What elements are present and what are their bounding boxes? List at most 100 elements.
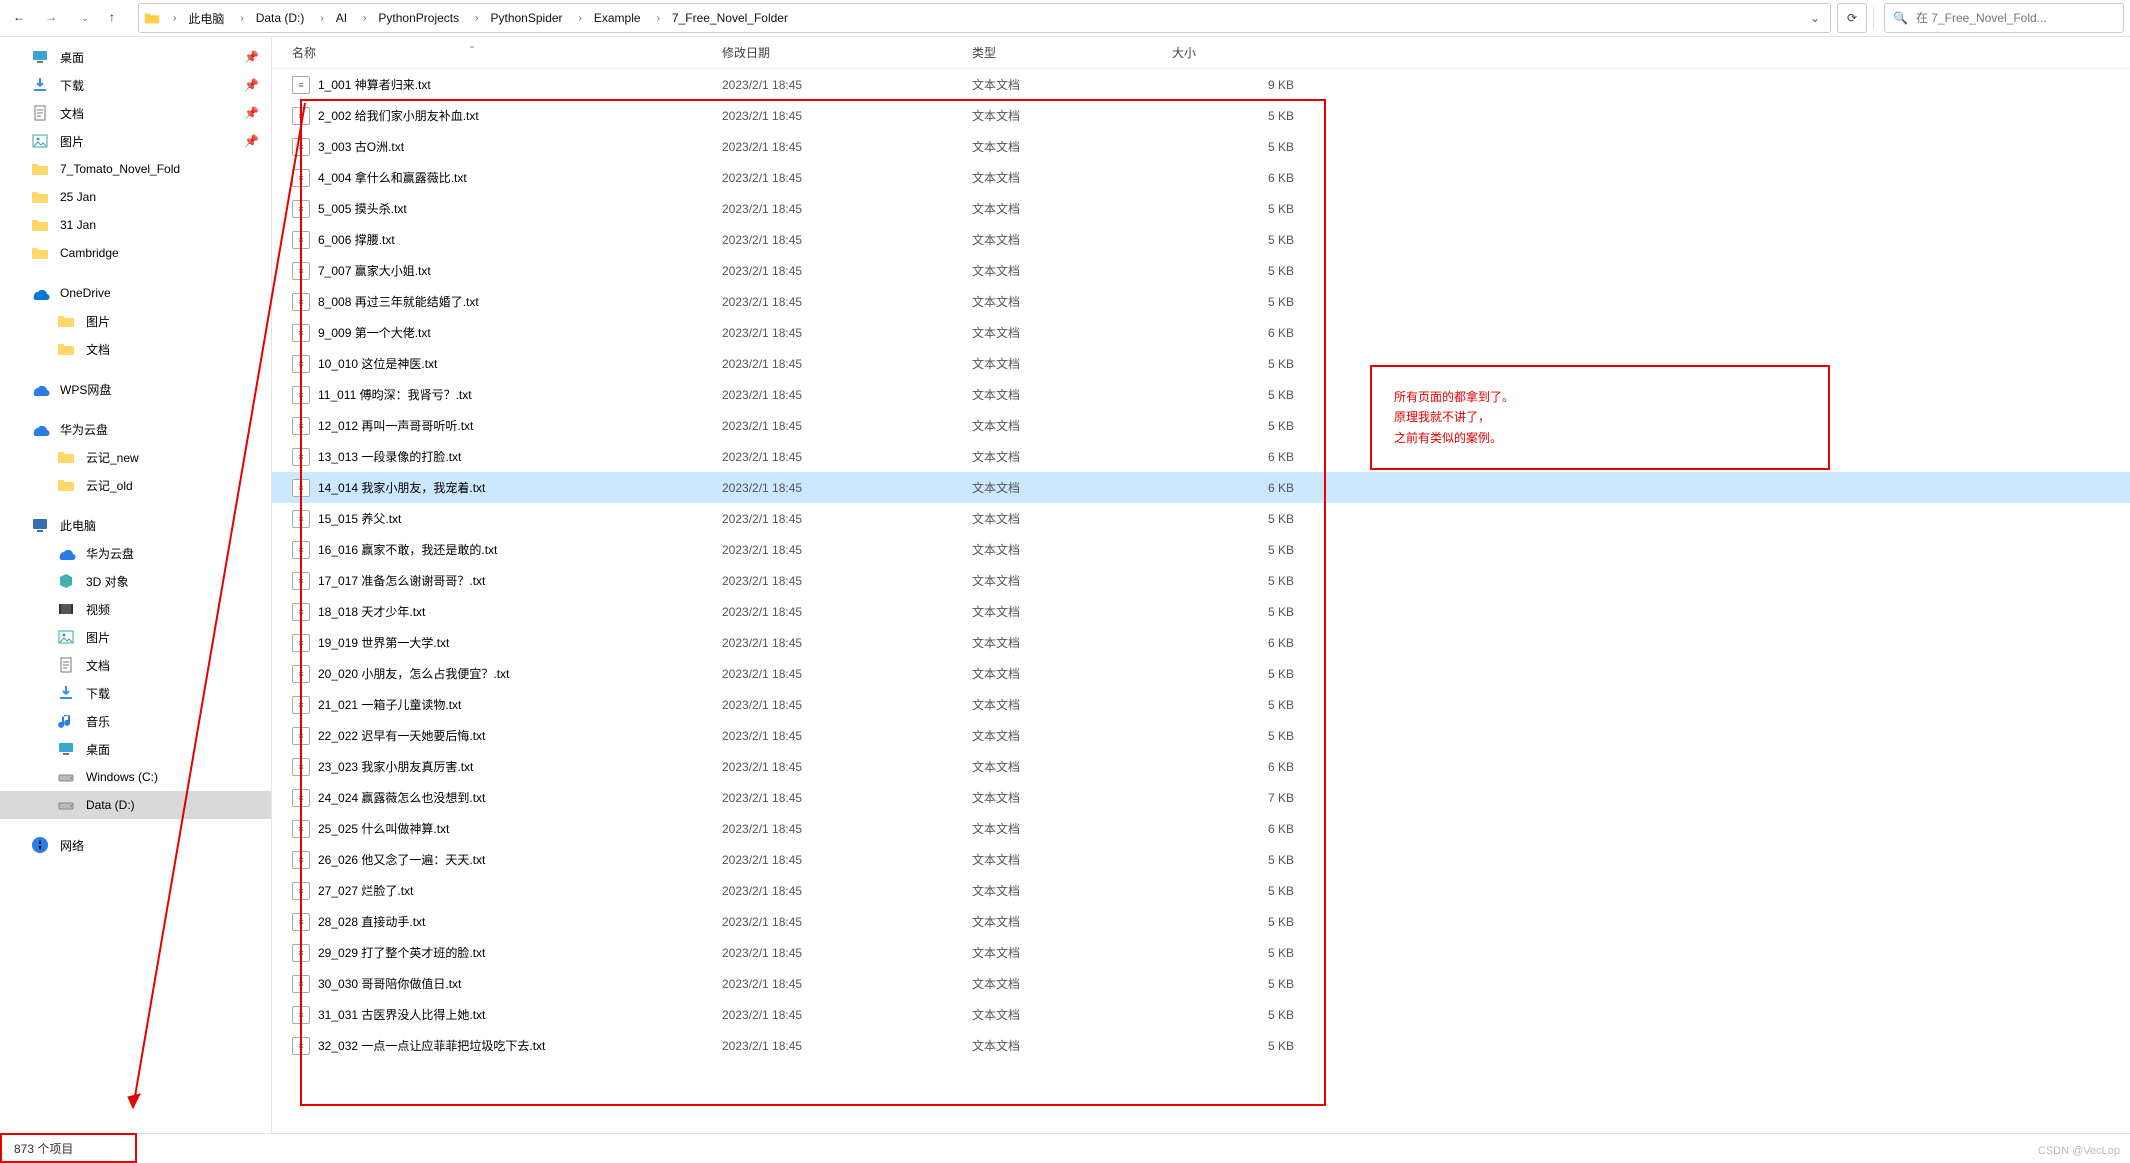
file-row[interactable]: ≡ 6_006 撑腰.txt 2023/2/1 18:45 文本文档 5 KB bbox=[272, 224, 2130, 255]
column-header-size[interactable]: 大小 bbox=[1172, 44, 1302, 61]
navigation-pane[interactable]: 桌面📌下载📌文档📌图片📌7_Tomato_Novel_Fold25 Jan31 … bbox=[0, 37, 272, 1133]
sidebar-huawei-cloud[interactable]: 华为云盘 bbox=[0, 415, 271, 443]
file-row[interactable]: ≡ 24_024 赢露薇怎么也没想到.txt 2023/2/1 18:45 文本… bbox=[272, 782, 2130, 813]
sidebar-onedrive-pictures[interactable]: 图片 bbox=[0, 307, 271, 335]
sidebar-item-folder-25jan[interactable]: 25 Jan bbox=[0, 183, 271, 211]
sidebar-item-label: 视频 bbox=[86, 601, 110, 618]
file-name: 32_032 一点一点让应菲菲把垃圾吃下去.txt bbox=[318, 1037, 545, 1054]
sidebar-item-desktop[interactable]: 桌面📌 bbox=[0, 43, 271, 71]
file-row[interactable]: ≡ 9_009 第一个大佬.txt 2023/2/1 18:45 文本文档 6 … bbox=[272, 317, 2130, 348]
sidebar-item-folder-31jan[interactable]: 31 Jan bbox=[0, 211, 271, 239]
sidebar-item-folder-tomato[interactable]: 7_Tomato_Novel_Fold bbox=[0, 155, 271, 183]
file-row[interactable]: ≡ 28_028 直接动手.txt 2023/2/1 18:45 文本文档 5 … bbox=[272, 906, 2130, 937]
breadcrumb-separator[interactable]: › bbox=[310, 4, 329, 32]
file-row[interactable]: ≡ 1_001 神算者归来.txt 2023/2/1 18:45 文本文档 9 … bbox=[272, 69, 2130, 100]
sidebar-item-pictures[interactable]: 图片📌 bbox=[0, 127, 271, 155]
file-row[interactable]: ≡ 8_008 再过三年就能结婚了.txt 2023/2/1 18:45 文本文… bbox=[272, 286, 2130, 317]
breadcrumb-segment[interactable]: Data (D:) bbox=[250, 4, 311, 32]
file-row[interactable]: ≡ 18_018 天才少年.txt 2023/2/1 18:45 文本文档 5 … bbox=[272, 596, 2130, 627]
file-name: 9_009 第一个大佬.txt bbox=[318, 324, 431, 341]
sidebar-this-pc-item[interactable]: 3D 对象 bbox=[0, 567, 271, 595]
file-row[interactable]: ≡ 29_029 打了整个英才班的脸.txt 2023/2/1 18:45 文本… bbox=[272, 937, 2130, 968]
column-header-name[interactable]: 名称 ˆ bbox=[292, 44, 722, 61]
sidebar-this-pc-item[interactable]: 图片 bbox=[0, 623, 271, 651]
refresh-button[interactable]: ⟳ bbox=[1837, 3, 1867, 33]
column-header-date[interactable]: 修改日期 bbox=[722, 44, 972, 61]
file-type: 文本文档 bbox=[972, 138, 1172, 155]
file-row[interactable]: ≡ 17_017 准备怎么谢谢哥哥？.txt 2023/2/1 18:45 文本… bbox=[272, 565, 2130, 596]
sidebar-this-pc-item[interactable]: 华为云盘 bbox=[0, 539, 271, 567]
file-row[interactable]: ≡ 22_022 迟早有一天她要后悔.txt 2023/2/1 18:45 文本… bbox=[272, 720, 2130, 751]
txt-file-icon: ≡ bbox=[292, 975, 310, 993]
sidebar-huawei-yunji-old[interactable]: 云记_old bbox=[0, 471, 271, 499]
search-input[interactable] bbox=[1916, 11, 2115, 25]
sidebar-this-pc-item[interactable]: 视频 bbox=[0, 595, 271, 623]
file-row[interactable]: ≡ 32_032 一点一点让应菲菲把垃圾吃下去.txt 2023/2/1 18:… bbox=[272, 1030, 2130, 1061]
sidebar-this-pc-item[interactable]: 文档 bbox=[0, 651, 271, 679]
sidebar-this-pc-item[interactable]: Data (D:) bbox=[0, 791, 271, 819]
file-row[interactable]: ≡ 11_011 傅昀深：我肾亏？.txt 2023/2/1 18:45 文本文… bbox=[272, 379, 2130, 410]
file-row[interactable]: ≡ 13_013 一段录像的打脸.txt 2023/2/1 18:45 文本文档… bbox=[272, 441, 2130, 472]
sidebar-huawei-yunji-new[interactable]: 云记_new bbox=[0, 443, 271, 471]
sidebar-this-pc[interactable]: 此电脑 bbox=[0, 511, 271, 539]
recent-locations-button[interactable]: ⌄ bbox=[70, 3, 100, 33]
sidebar-onedrive-documents[interactable]: 文档 bbox=[0, 335, 271, 363]
breadcrumb-segment[interactable]: 7_Free_Novel_Folder bbox=[666, 4, 794, 32]
sidebar-item-label: 图片 bbox=[86, 629, 110, 646]
file-row[interactable]: ≡ 15_015 养父.txt 2023/2/1 18:45 文本文档 5 KB bbox=[272, 503, 2130, 534]
file-row[interactable]: ≡ 27_027 烂脸了.txt 2023/2/1 18:45 文本文档 5 K… bbox=[272, 875, 2130, 906]
search-box[interactable]: 🔍 bbox=[1884, 3, 2124, 33]
file-name-cell: ≡ 2_002 给我们家小朋友补血.txt bbox=[292, 107, 722, 125]
address-dropdown-button[interactable]: ⌄ bbox=[1804, 4, 1826, 32]
sidebar-this-pc-item[interactable]: Windows (C:) bbox=[0, 763, 271, 791]
file-size: 5 KB bbox=[1172, 264, 1302, 278]
sidebar-wps[interactable]: WPS网盘 bbox=[0, 375, 271, 403]
breadcrumb-separator[interactable]: › bbox=[163, 4, 182, 32]
network-icon bbox=[30, 835, 50, 855]
file-row[interactable]: ≡ 2_002 给我们家小朋友补血.txt 2023/2/1 18:45 文本文… bbox=[272, 100, 2130, 131]
file-row[interactable]: ≡ 20_020 小朋友，怎么占我便宜？.txt 2023/2/1 18:45 … bbox=[272, 658, 2130, 689]
file-row[interactable]: ≡ 10_010 这位是神医.txt 2023/2/1 18:45 文本文档 5… bbox=[272, 348, 2130, 379]
breadcrumb-segment[interactable]: AI bbox=[330, 4, 353, 32]
back-button[interactable]: ← bbox=[6, 3, 36, 33]
file-row[interactable]: ≡ 5_005 摸头杀.txt 2023/2/1 18:45 文本文档 5 KB bbox=[272, 193, 2130, 224]
sidebar-this-pc-item[interactable]: 桌面 bbox=[0, 735, 271, 763]
sidebar-onedrive[interactable]: OneDrive bbox=[0, 279, 271, 307]
sidebar-item-folder-cambridge[interactable]: Cambridge bbox=[0, 239, 271, 267]
breadcrumb-separator[interactable]: › bbox=[569, 4, 588, 32]
sidebar-item-label: 文档 bbox=[86, 657, 110, 674]
sidebar-network[interactable]: 网络 bbox=[0, 831, 271, 859]
sidebar-this-pc-item[interactable]: 音乐 bbox=[0, 707, 271, 735]
file-row[interactable]: ≡ 7_007 赢家大小姐.txt 2023/2/1 18:45 文本文档 5 … bbox=[272, 255, 2130, 286]
forward-button[interactable]: → bbox=[38, 3, 68, 33]
file-row[interactable]: ≡ 30_030 哥哥陪你做值日.txt 2023/2/1 18:45 文本文档… bbox=[272, 968, 2130, 999]
file-row[interactable]: ≡ 19_019 世界第一大学.txt 2023/2/1 18:45 文本文档 … bbox=[272, 627, 2130, 658]
file-row[interactable]: ≡ 16_016 赢家不敢，我还是敢的.txt 2023/2/1 18:45 文… bbox=[272, 534, 2130, 565]
breadcrumb-separator[interactable]: › bbox=[465, 4, 484, 32]
file-row[interactable]: ≡ 3_003 古O洲.txt 2023/2/1 18:45 文本文档 5 KB bbox=[272, 131, 2130, 162]
sidebar-item-documents[interactable]: 文档📌 bbox=[0, 99, 271, 127]
file-row[interactable]: ≡ 21_021 一箱子儿童读物.txt 2023/2/1 18:45 文本文档… bbox=[272, 689, 2130, 720]
breadcrumb-segment[interactable]: PythonSpider bbox=[484, 4, 568, 32]
file-row[interactable]: ≡ 12_012 再叫一声哥哥听听.txt 2023/2/1 18:45 文本文… bbox=[272, 410, 2130, 441]
file-row[interactable]: ≡ 4_004 拿什么和赢露薇比.txt 2023/2/1 18:45 文本文档… bbox=[272, 162, 2130, 193]
sidebar-item-downloads[interactable]: 下载📌 bbox=[0, 71, 271, 99]
breadcrumb-separator[interactable]: › bbox=[230, 4, 249, 32]
file-row[interactable]: ≡ 14_014 我家小朋友，我宠着.txt 2023/2/1 18:45 文本… bbox=[272, 472, 2130, 503]
breadcrumb-segment[interactable]: PythonProjects bbox=[372, 4, 465, 32]
address-bar[interactable]: ›此电脑›Data (D:)›AI›PythonProjects›PythonS… bbox=[138, 3, 1831, 33]
breadcrumb-segment[interactable]: Example bbox=[588, 4, 647, 32]
column-header-type[interactable]: 类型 bbox=[972, 44, 1172, 61]
file-row[interactable]: ≡ 25_025 什么叫做神算.txt 2023/2/1 18:45 文本文档 … bbox=[272, 813, 2130, 844]
file-row[interactable]: ≡ 31_031 古医界没人比得上她.txt 2023/2/1 18:45 文本… bbox=[272, 999, 2130, 1030]
breadcrumb-separator[interactable]: › bbox=[647, 4, 666, 32]
file-row[interactable]: ≡ 26_026 他又念了一遍：天天.txt 2023/2/1 18:45 文本… bbox=[272, 844, 2130, 875]
drive-icon bbox=[56, 795, 76, 815]
search-icon: 🔍 bbox=[1893, 11, 1908, 25]
breadcrumb-segment[interactable]: 此电脑 bbox=[182, 4, 230, 32]
file-list[interactable]: ≡ 1_001 神算者归来.txt 2023/2/1 18:45 文本文档 9 … bbox=[272, 69, 2130, 1133]
file-row[interactable]: ≡ 23_023 我家小朋友真厉害.txt 2023/2/1 18:45 文本文… bbox=[272, 751, 2130, 782]
sidebar-this-pc-item[interactable]: 下载 bbox=[0, 679, 271, 707]
up-button[interactable]: ↑ bbox=[102, 3, 132, 33]
breadcrumb-separator[interactable]: › bbox=[353, 4, 372, 32]
